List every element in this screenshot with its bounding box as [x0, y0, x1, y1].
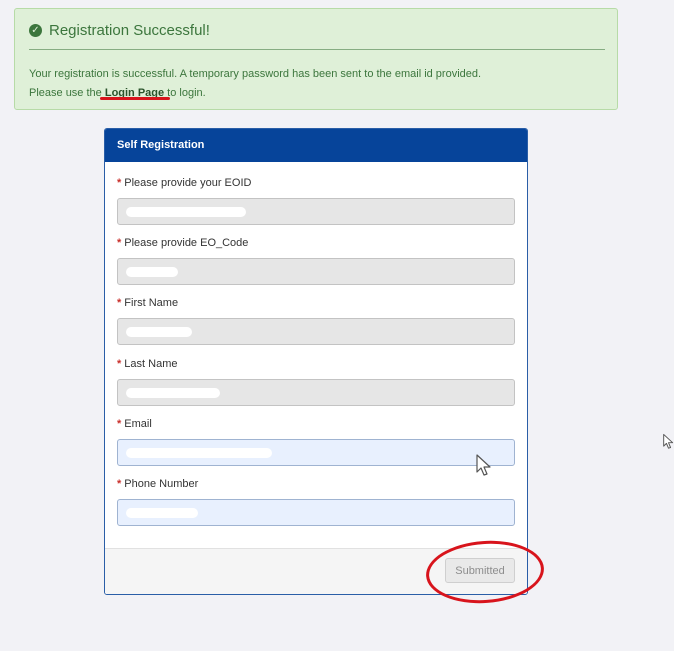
redacted-value — [126, 508, 198, 518]
last-name-field: * Last Name — [117, 358, 515, 406]
annotation-underline — [100, 97, 170, 100]
phone-number-input[interactable] — [117, 499, 515, 526]
required-marker: * — [117, 237, 122, 249]
required-marker: * — [117, 297, 122, 309]
eoid-field: * Please provide your EOID — [117, 177, 515, 225]
required-marker: * — [117, 177, 122, 189]
redacted-value — [126, 388, 220, 398]
eoid-label: * Please provide your EOID — [117, 177, 515, 191]
first-name-field: * First Name — [117, 297, 515, 345]
phone-number-label-text: Phone Number — [124, 478, 199, 490]
redacted-value — [126, 267, 178, 277]
eoid-label-text: Please provide your EOID — [124, 177, 252, 189]
eo-code-label: * Please provide EO_Code — [117, 237, 515, 251]
alert-message: Your registration is successful. A tempo… — [29, 65, 481, 103]
phone-number-label: * Phone Number — [117, 478, 515, 492]
phone-number-field: * Phone Number — [117, 478, 515, 526]
eo-code-field: * Please provide EO_Code — [117, 237, 515, 285]
alert-title: ✓ Registration Successful! — [29, 22, 210, 39]
self-registration-panel: Self Registration * Please provide your E… — [104, 128, 528, 595]
redacted-value — [126, 207, 246, 217]
email-field: * Email — [117, 418, 515, 466]
email-input[interactable] — [117, 439, 515, 466]
email-label-text: Email — [124, 418, 152, 430]
first-name-label-text: First Name — [124, 297, 179, 309]
eoid-input[interactable] — [117, 198, 515, 225]
mouse-cursor-icon — [663, 433, 674, 449]
success-alert: ✓ Registration Successful! Your registra… — [14, 8, 618, 110]
last-name-input[interactable] — [117, 379, 515, 406]
alert-message-line1: Your registration is successful. A tempo… — [29, 68, 482, 80]
panel-heading: Self Registration — [105, 129, 527, 162]
email-label: * Email — [117, 418, 515, 432]
mouse-cursor-icon — [476, 454, 491, 476]
last-name-label-text: Last Name — [124, 358, 178, 370]
alert-message-suffix: to login. — [164, 87, 206, 99]
first-name-label: * First Name — [117, 297, 515, 311]
eo-code-label-text: Please provide EO_Code — [124, 237, 249, 249]
required-marker: * — [117, 478, 122, 490]
required-marker: * — [117, 418, 122, 430]
eo-code-input[interactable] — [117, 258, 515, 285]
redacted-value — [126, 448, 272, 458]
redacted-value — [126, 327, 192, 337]
check-circle-icon: ✓ — [29, 24, 42, 37]
alert-message-prefix: Please use the — [29, 87, 105, 99]
last-name-label: * Last Name — [117, 358, 515, 372]
first-name-input[interactable] — [117, 318, 515, 345]
alert-divider — [29, 49, 605, 50]
alert-message-line2: Please use the Login Page to login. — [29, 84, 481, 103]
required-marker: * — [117, 358, 122, 370]
alert-title-text: Registration Successful! — [49, 22, 210, 39]
